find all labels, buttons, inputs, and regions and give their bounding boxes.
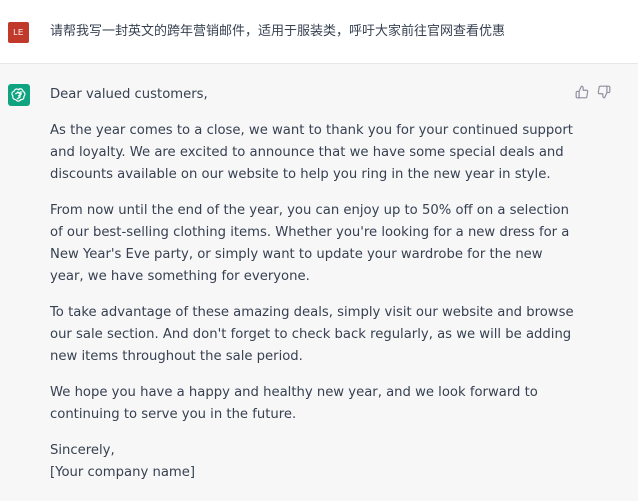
email-greeting: Dear valued customers, xyxy=(50,87,208,102)
user-message-text: 请帮我写一封英文的跨年营销邮件，适用于服装类，呼吁大家前往官网查看优惠 xyxy=(50,24,506,39)
thumbs-up-button[interactable] xyxy=(574,84,590,100)
feedback-buttons xyxy=(574,84,612,100)
thumbs-up-icon xyxy=(575,85,589,99)
user-message-row: LE 请帮我写一封英文的跨年营销邮件，适用于服装类，呼吁大家前往官网查看优惠 xyxy=(0,0,638,64)
email-signature: [Your company name] xyxy=(50,465,196,480)
openai-logo-icon xyxy=(11,88,26,102)
user-avatar: LE xyxy=(8,22,29,43)
email-closing: Sincerely, xyxy=(50,443,115,458)
email-paragraph: As the year comes to a close, we want to… xyxy=(50,123,573,182)
thumbs-down-icon xyxy=(597,85,611,99)
email-paragraph: From now until the end of the year, you … xyxy=(50,203,570,284)
email-paragraph: To take advantage of these amazing deals… xyxy=(50,305,574,364)
assistant-message-text: Dear valued customers, As the year comes… xyxy=(50,84,575,484)
thumbs-down-button[interactable] xyxy=(596,84,612,100)
email-paragraph: We hope you have a happy and healthy new… xyxy=(50,385,538,422)
assistant-message-row: Dear valued customers, As the year comes… xyxy=(0,64,638,501)
assistant-avatar xyxy=(8,84,30,106)
